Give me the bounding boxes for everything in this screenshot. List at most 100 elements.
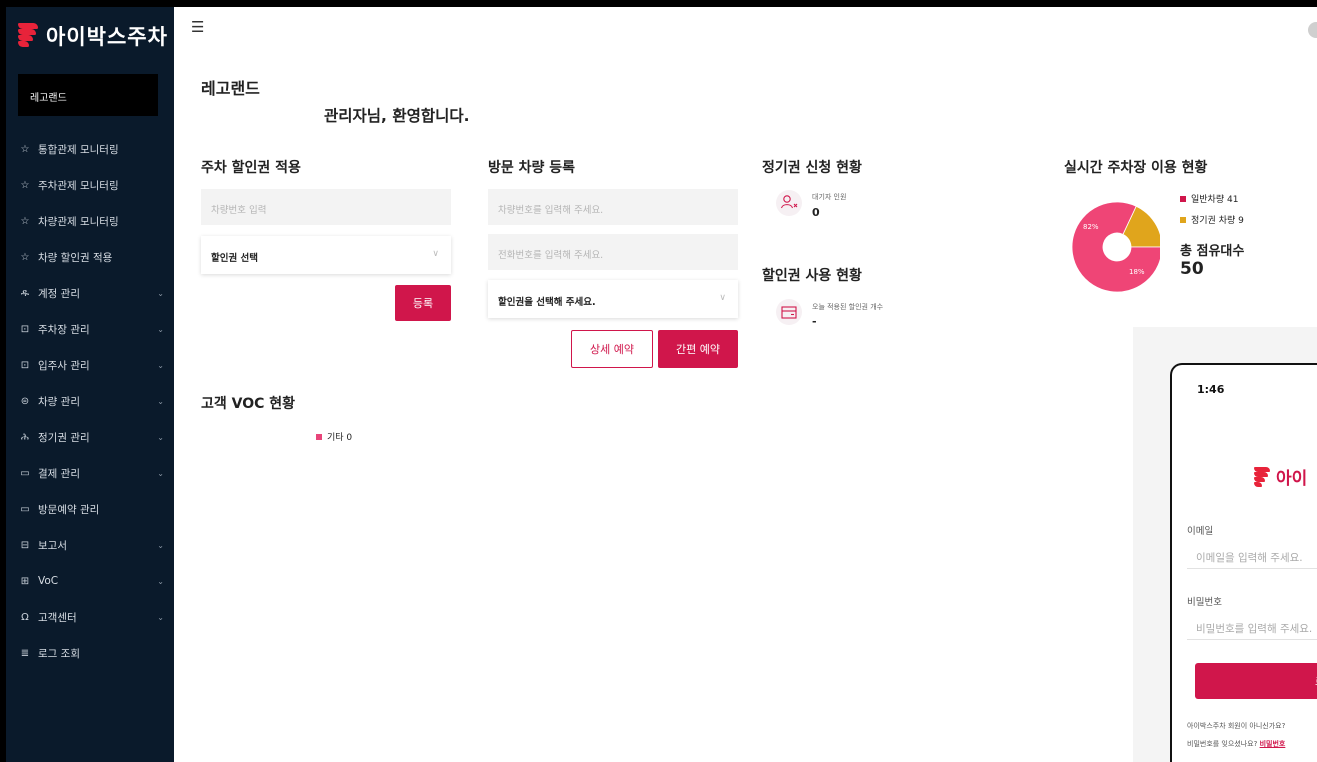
legend-label: 정기권 차량 9 [1191, 216, 1244, 226]
coupon-usage-label: 오늘 적용된 할인권 개수 [812, 303, 884, 311]
app-window: 아이박스주차 레고랜드 ☆ 통합관제 모니터링 ☆ 주차관제 모니터링 ☆ 차량관제 모니… [6, 7, 1317, 762]
visit-plate-input[interactable]: 차량번호를 입력해 주세요. [488, 189, 738, 225]
legend-swatch [1180, 195, 1186, 202]
sidebar-item[interactable]: ⊡ 주차장 관리 ⌄ [6, 311, 174, 347]
parking-icon: ⊡ [20, 323, 30, 335]
sidebar-item[interactable]: ⊟ 보고서 ⌄ [6, 527, 174, 563]
profile-avatar[interactable] [1308, 22, 1317, 38]
sidebar-item-label: 차량 관리 [38, 395, 80, 408]
visit-section-title: 방문 차량 등록 [488, 160, 576, 176]
sidebar-item[interactable]: ▭ 결제 관리 ⌄ [6, 455, 174, 491]
sidebar-item-label: 결제 관리 [38, 467, 80, 480]
phone-brand-logo: 아이 [1254, 464, 1307, 489]
legend-item-season: 정기권 차량 9 [1180, 213, 1244, 226]
quick-reservation-button[interactable]: 간편 예약 [658, 330, 738, 368]
sidebar-item[interactable]: ☆ 차량 할인권 적용 [6, 239, 174, 275]
chevron-down-icon: ⌄ [157, 468, 164, 478]
welcome-message: 관리자님, 환영합니다. [324, 107, 470, 125]
site-name: 레고랜드 [30, 93, 67, 104]
voc-legend-label: 기타 0 [327, 433, 353, 443]
star-icon: ☆ [20, 143, 30, 155]
total-occupancy-value: 50 [1180, 259, 1204, 279]
chevron-down-icon: ∨ [432, 249, 439, 259]
sidebar-item-label: 보고서 [38, 539, 67, 552]
sidebar-item-label: 정기권 관리 [38, 431, 90, 444]
visit-phone-input[interactable]: 전화번호를 입력해 주세요. [488, 234, 738, 270]
phone-login-button[interactable]: 로그 [1195, 663, 1317, 699]
site-selector[interactable]: 레고랜드 [18, 74, 158, 116]
chevron-down-icon: ⌄ [157, 432, 164, 442]
sidebar-item-label: 차량관제 모니터링 [38, 215, 119, 228]
sidebar-item[interactable]: ☆ 주차관제 모니터링 [6, 167, 174, 203]
sidebar-item-label: 주차장 관리 [38, 323, 90, 336]
chevron-down-icon: ⌄ [157, 612, 164, 622]
total-occupancy-label: 총 점유대수 [1180, 244, 1245, 259]
chevron-down-icon: ⌄ [157, 288, 164, 298]
sidebar-item[interactable]: ▭ 방문예약 관리 [6, 491, 174, 527]
sidebar-item-label: 고객센터 [38, 611, 77, 624]
sidebar-item[interactable]: ዱ 계정 관리 ⌄ [6, 275, 174, 311]
sidebar-item-label: 주차관제 모니터링 [38, 179, 119, 192]
voc-icon: ⊞ [20, 575, 30, 587]
brand-logo[interactable]: 아이박스주차 [18, 21, 168, 51]
sidebar-item-label: VoC [38, 575, 59, 587]
mobile-login-preview: 1:46 아이 이메일 이메일을 입력해 주세요. 비밀번호 비밀번호를 입력해… [1170, 363, 1317, 762]
hamburger-menu-icon[interactable]: ☰ [191, 18, 204, 36]
discount-section-title: 주차 할인권 적용 [201, 160, 301, 176]
pie-slice-label: 18% [1129, 268, 1145, 276]
star-icon: ☆ [20, 251, 30, 263]
sidebar-item[interactable]: ⊜ 차량 관리 ⌄ [6, 383, 174, 419]
sidebar-item[interactable]: ☆ 차량관제 모니터링 [6, 203, 174, 239]
chevron-down-icon: ⌄ [157, 540, 164, 550]
report-icon: ⊟ [20, 539, 30, 551]
sidebar-item-label: 입주사 관리 [38, 359, 90, 372]
visit-coupon-select-value: 할인권을 선택해 주세요. [498, 297, 596, 308]
phone-brand-logo-icon [1254, 466, 1271, 487]
sidebar-item[interactable]: ☆ 통합관제 모니터링 [6, 131, 174, 167]
sidebar: 아이박스주차 레고랜드 ☆ 통합관제 모니터링 ☆ 주차관제 모니터링 ☆ 차량관제 모니… [6, 7, 174, 762]
sidebar-item[interactable]: ⊞ VoC ⌄ [6, 563, 174, 599]
headset-icon: Ω [21, 611, 29, 623]
tenant-icon: ⊡ [20, 359, 30, 371]
star-icon: ☆ [20, 179, 30, 191]
waiting-count-value: 0 [812, 206, 820, 219]
phone-email-input[interactable]: 이메일을 입력해 주세요. [1187, 543, 1317, 569]
legend-swatch [316, 433, 322, 440]
brand-logo-text: 아이박스주차 [46, 25, 168, 49]
chevron-down-icon: ⌄ [157, 360, 164, 370]
sidebar-item[interactable]: ≣ 로그 조회 [6, 635, 174, 671]
detail-reservation-button[interactable]: 상세 예약 [571, 330, 653, 368]
sidebar-item[interactable]: ⊡ 입주사 관리 ⌄ [6, 347, 174, 383]
sidebar-item-label: 계정 관리 [38, 287, 80, 300]
chevron-down-icon: ⌄ [157, 396, 164, 406]
pie-slice-label: 82% [1083, 223, 1099, 231]
occupancy-section-title: 실시간 주차장 이용 현황 [1064, 160, 1208, 176]
discount-coupon-select-value: 할인권 선택 [211, 253, 259, 264]
voc-legend-item: 기타 0 [316, 430, 352, 443]
phone-password-input[interactable]: 비밀번호를 입력해 주세요. [1187, 614, 1317, 640]
legend-label: 일반차량 41 [1191, 195, 1239, 205]
discount-register-button[interactable]: 등록 [395, 285, 451, 321]
visit-coupon-select[interactable]: 할인권을 선택해 주세요. ∨ [488, 280, 738, 318]
sidebar-item-label: 방문예약 관리 [38, 503, 100, 516]
sidebar-item[interactable]: ሕ 정기권 관리 ⌄ [6, 419, 174, 455]
brand-logo-icon [18, 23, 40, 49]
phone-forgot-row: 비밀번호를 잊으셨나요? 비밀번호 [1187, 739, 1285, 749]
phone-forgot-link[interactable]: 비밀번호 [1260, 740, 1286, 748]
phone-signup-text: 아이박스주차 회원이 아니신가요? [1187, 722, 1286, 730]
car-icon: ⊜ [20, 395, 30, 407]
sidebar-item[interactable]: Ω 고객센터 ⌄ [6, 599, 174, 635]
phone-forgot-text: 비밀번호를 잊으셨나요? [1187, 740, 1258, 748]
log-icon: ≣ [20, 647, 30, 659]
user-icon: ዱ [20, 287, 30, 299]
card-icon: ▭ [20, 467, 30, 479]
chevron-down-icon: ⌄ [157, 576, 164, 586]
waiting-count-label: 대기자 인원 [812, 193, 847, 201]
phone-password-label: 비밀번호 [1187, 597, 1222, 608]
sidebar-item-label: 통합관제 모니터링 [38, 143, 119, 156]
sidebar-item-label: 차량 할인권 적용 [38, 251, 113, 264]
discount-coupon-select[interactable]: 할인권 선택 ∨ [201, 236, 451, 274]
discount-plate-input[interactable]: 차량번호 입력 [201, 189, 451, 225]
voc-section-title: 고객 VOC 현황 [201, 396, 296, 412]
phone-brand-logo-text: 아이 [1276, 469, 1308, 489]
